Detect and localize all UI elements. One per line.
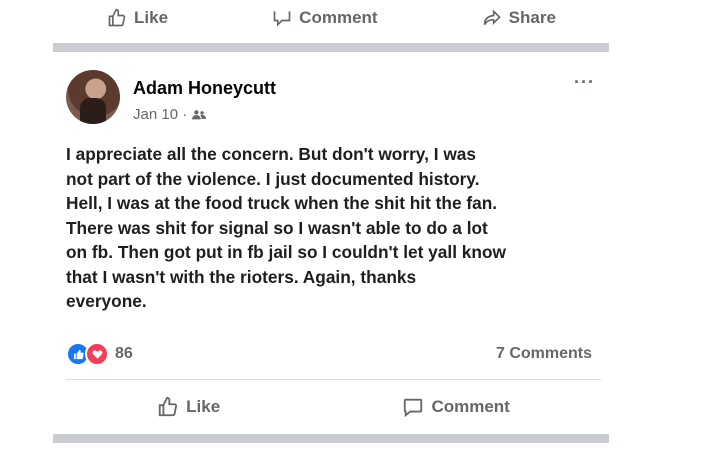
reactions-summary[interactable]: 86 <box>66 342 133 366</box>
reaction-count: 86 <box>115 345 133 362</box>
post-author[interactable]: Adam Honeycutt <box>133 78 276 99</box>
comment-button[interactable]: Comment <box>272 8 378 28</box>
thumbs-up-icon <box>158 396 178 417</box>
like-button[interactable]: Like <box>157 396 220 418</box>
like-label: Like <box>186 397 221 416</box>
comments-count-link[interactable]: 7 Comments <box>496 345 592 363</box>
like-label: Like <box>134 8 169 27</box>
post-text: I appreciate all the concern. But don't … <box>66 144 506 311</box>
share-button[interactable]: Share <box>482 8 556 28</box>
share-label: Share <box>508 8 556 27</box>
share-icon <box>483 9 501 26</box>
like-button[interactable]: Like <box>107 8 168 28</box>
more-options-button[interactable]: ··· <box>574 72 595 93</box>
post-action-bar: Like Comment <box>66 386 601 428</box>
comment-label: Comment <box>431 397 510 416</box>
comment-button[interactable]: Comment <box>402 396 510 418</box>
avatar[interactable] <box>66 70 120 124</box>
post-meta: Jan 10 · <box>133 106 207 123</box>
thumbs-up-icon <box>108 8 126 27</box>
friends-icon <box>192 109 207 119</box>
post-date[interactable]: Jan 10 · <box>133 106 187 123</box>
comment-label: Comment <box>299 8 378 27</box>
feed-divider <box>53 43 609 52</box>
action-divider <box>66 379 601 380</box>
comment-icon <box>404 398 423 418</box>
feed-divider <box>53 434 609 443</box>
previous-post-action-bar: Like Comment Share <box>55 0 608 36</box>
comment-icon <box>273 11 291 27</box>
love-reaction-icon <box>85 342 109 366</box>
